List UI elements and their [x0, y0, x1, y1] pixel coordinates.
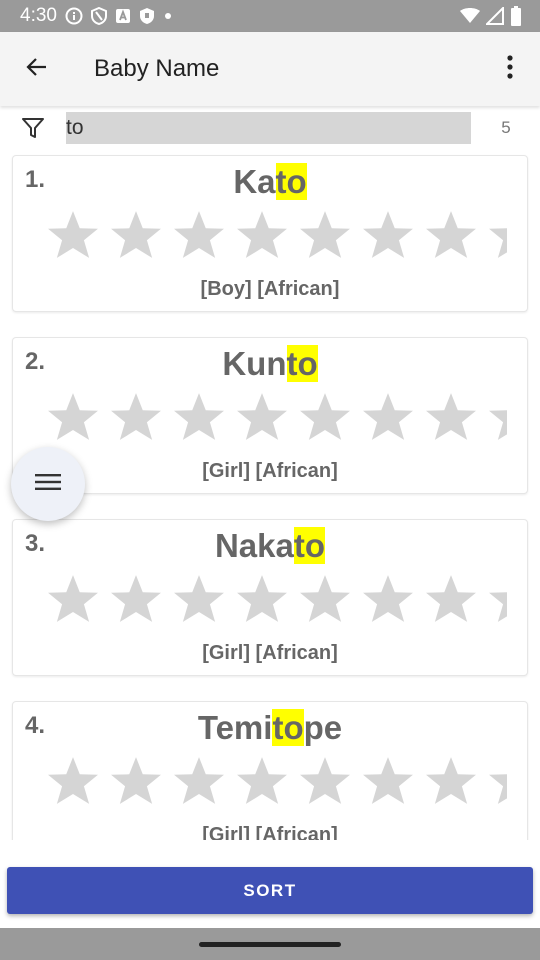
- info-icon: [65, 7, 83, 25]
- name-match-highlight: to: [286, 345, 318, 382]
- star-icon[interactable]: [293, 750, 356, 810]
- name-card[interactable]: 3. Nakato [Girl] [African]: [12, 519, 528, 676]
- star-icon[interactable]: [167, 568, 230, 628]
- result-count: 5: [501, 118, 511, 137]
- shield-icon: [90, 7, 107, 25]
- navigation-bar: [0, 928, 540, 960]
- a-box-icon: [115, 8, 131, 24]
- star-icon[interactable]: [41, 568, 104, 628]
- name-tags: [Girl] [African]: [202, 824, 338, 840]
- name-prefix: Ka: [233, 163, 276, 200]
- star-icon[interactable]: [230, 568, 293, 628]
- baby-name: Kato: [13, 160, 527, 204]
- rating-stars[interactable]: [41, 750, 507, 810]
- name-prefix: Temi: [197, 709, 273, 746]
- star-icon[interactable]: [230, 750, 293, 810]
- baby-name: Kunto: [13, 342, 527, 386]
- menu-icon: [35, 473, 61, 496]
- app-bar: Baby Name: [0, 32, 540, 106]
- sort-button[interactable]: SORT: [7, 867, 533, 914]
- name-tags: [Boy] [African]: [200, 278, 340, 300]
- name-tags: [Girl] [African]: [202, 642, 338, 664]
- star-icon[interactable]: [41, 386, 104, 446]
- name-card[interactable]: 1. Kato [Boy] [African]: [12, 155, 528, 312]
- filter-input[interactable]: [66, 112, 471, 144]
- rating-stars[interactable]: [41, 204, 507, 264]
- name-prefix: Naka: [214, 527, 294, 564]
- battery-icon: [510, 6, 522, 26]
- name-prefix: Kun: [222, 345, 287, 382]
- star-icon[interactable]: [104, 750, 167, 810]
- status-right: [460, 6, 522, 26]
- star-icon[interactable]: [482, 568, 507, 628]
- name-suffix: pe: [303, 709, 343, 746]
- rating-stars[interactable]: [41, 386, 507, 446]
- star-icon[interactable]: [104, 204, 167, 264]
- star-icon[interactable]: [356, 568, 419, 628]
- star-icon[interactable]: [356, 386, 419, 446]
- page-title: Baby Name: [94, 55, 220, 82]
- home-gesture-handle[interactable]: [199, 941, 341, 947]
- star-icon[interactable]: [41, 750, 104, 810]
- status-bar: 4:30: [0, 0, 540, 32]
- star-icon[interactable]: [293, 204, 356, 264]
- star-icon[interactable]: [419, 750, 482, 810]
- back-button[interactable]: [0, 32, 74, 106]
- dot-icon: [163, 11, 173, 21]
- star-icon[interactable]: [482, 204, 507, 264]
- rating-stars[interactable]: [41, 568, 507, 628]
- star-icon[interactable]: [104, 568, 167, 628]
- status-time: 4:30: [20, 5, 57, 26]
- name-card[interactable]: 4. Temitope [Girl] [African]: [12, 701, 528, 840]
- star-icon[interactable]: [230, 386, 293, 446]
- star-icon[interactable]: [293, 386, 356, 446]
- more-options-button[interactable]: [480, 32, 540, 106]
- star-icon[interactable]: [356, 204, 419, 264]
- filter-icon[interactable]: [0, 116, 66, 140]
- signal-icon: [486, 7, 504, 25]
- star-icon[interactable]: [167, 750, 230, 810]
- star-icon[interactable]: [419, 204, 482, 264]
- name-card[interactable]: 2. Kunto [Girl] [African]: [12, 337, 528, 494]
- name-match-highlight: to: [275, 163, 307, 200]
- star-icon[interactable]: [230, 204, 293, 264]
- more-vert-icon: [507, 54, 513, 84]
- name-tags: [Girl] [African]: [202, 460, 338, 482]
- star-icon[interactable]: [293, 568, 356, 628]
- star-icon[interactable]: [482, 386, 507, 446]
- menu-fab[interactable]: [11, 447, 85, 521]
- baby-name: Nakato: [13, 524, 527, 568]
- wifi-icon: [460, 8, 480, 24]
- filter-row: 5: [0, 110, 540, 146]
- star-icon[interactable]: [356, 750, 419, 810]
- star-icon[interactable]: [419, 386, 482, 446]
- name-match-highlight: to: [293, 527, 326, 564]
- star-icon[interactable]: [419, 568, 482, 628]
- star-icon[interactable]: [167, 386, 230, 446]
- shield-small-icon: [139, 7, 155, 25]
- name-match-highlight: to: [272, 709, 304, 746]
- baby-name: Temitope: [13, 706, 527, 750]
- arrow-back-icon: [25, 55, 49, 84]
- star-icon[interactable]: [482, 750, 507, 810]
- star-icon[interactable]: [167, 204, 230, 264]
- status-left: 4:30: [20, 5, 173, 27]
- star-icon[interactable]: [41, 204, 104, 264]
- star-icon[interactable]: [104, 386, 167, 446]
